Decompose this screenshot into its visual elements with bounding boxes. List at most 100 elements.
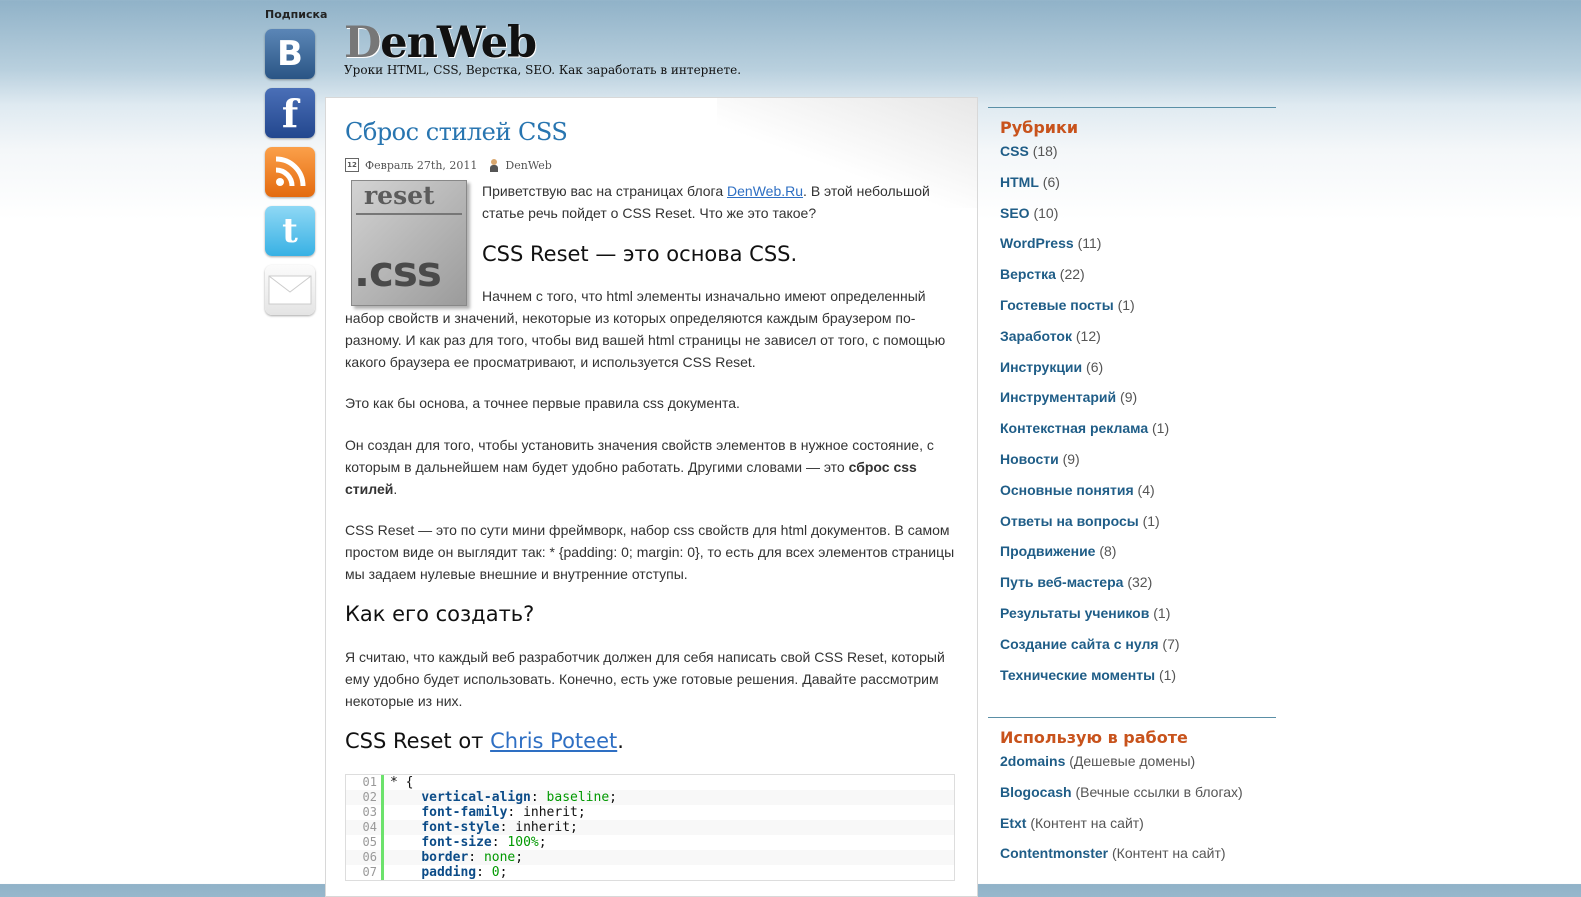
subscribe-panel: Подписка B f t (265, 8, 328, 324)
rubric-link[interactable]: Контекстная реклама (1000, 420, 1148, 436)
code-line: 06 border: none; (346, 850, 954, 865)
intro-paragraph: Приветствую вас на страницах блога DenWe… (482, 183, 930, 221)
paragraph-5: Я считаю, что каждый веб разработчик дол… (345, 649, 945, 709)
rubric-count: (6) (1042, 173, 1060, 190)
rubric-item: Новости (9) (1000, 450, 1276, 481)
rubric-link[interactable]: Ответы на вопросы (1000, 513, 1139, 529)
post-meta: 12 Февраль 27th, 2011 DenWeb (345, 157, 955, 173)
rubric-count: (7) (1162, 635, 1180, 652)
tool-link[interactable]: 2domains (1000, 753, 1065, 769)
facebook-icon[interactable]: f (265, 88, 315, 138)
vkontakte-icon[interactable]: B (265, 29, 315, 79)
rss-icon[interactable] (265, 147, 315, 197)
rubric-item: Заработок (12) (1000, 327, 1276, 358)
rubric-count: (32) (1127, 574, 1153, 591)
heading-css-reset-basis: CSS Reset — это основа CSS. (482, 242, 798, 266)
rubric-item: Инструкции (6) (1000, 358, 1276, 389)
rubric-item: Инструментарий (9) (1000, 388, 1276, 419)
tool-link[interactable]: Blogocash (1000, 784, 1072, 800)
tool-note: (Вечные ссылки в блогах) (1075, 783, 1243, 800)
tools-list: 2domains (Дешевые домены) Blogocash (Вечн… (988, 752, 1276, 875)
tools-title: Использую в работе (1000, 728, 1188, 747)
paragraph-4: CSS Reset — это по сути мини фреймворк, … (345, 522, 955, 582)
rubric-item: Продвижение (8) (1000, 542, 1276, 573)
rubric-link[interactable]: Новости (1000, 451, 1059, 467)
code-block[interactable]: 01 * { 02 vertical-align: baseline; 03 fo… (345, 774, 955, 881)
rubric-count: (9) (1120, 389, 1138, 406)
rubric-count: (1) (1117, 296, 1135, 313)
rubric-count: (10) (1033, 204, 1059, 221)
twitter-icon[interactable]: t (265, 206, 315, 256)
rubric-link[interactable]: Путь веб-мастера (1000, 574, 1123, 590)
rss-glyph (275, 156, 306, 187)
rubric-count: (4) (1137, 481, 1155, 498)
tool-note: (Контент на сайт) (1112, 845, 1226, 862)
rubric-item: Путь веб-мастера (32) (1000, 573, 1276, 604)
code-line: 07 padding: 0; (346, 865, 954, 880)
paragraph-1: Начнем с того, что html элементы изначал… (345, 288, 946, 370)
rubric-item: Основные понятия (4) (1000, 481, 1276, 512)
chris-poteet-link[interactable]: Chris Poteet (490, 729, 617, 753)
rubric-link[interactable]: HTML (1000, 174, 1039, 190)
rubric-count: (6) (1086, 358, 1104, 375)
code-line: 01 * { (346, 775, 954, 790)
rubric-count: (11) (1077, 235, 1102, 252)
rubric-link[interactable]: SEO (1000, 205, 1030, 221)
rubric-link[interactable]: Результаты учеников (1000, 605, 1149, 621)
rubric-count: (1) (1153, 604, 1171, 621)
post-content: Сброс стилей CSS 12 Февраль 27th, 2011 D… (325, 97, 978, 897)
rubric-item: WordPress (11) (1000, 234, 1276, 265)
calendar-icon: 12 (345, 158, 359, 172)
rubric-count: (1) (1152, 420, 1170, 437)
rubric-link[interactable]: Технические моменты (1000, 667, 1155, 683)
rubric-link[interactable]: Основные понятия (1000, 482, 1134, 498)
code-line: 03 font-family: inherit; (346, 805, 954, 820)
post-author[interactable]: DenWeb (505, 159, 551, 172)
rubric-item: CSS (18) (1000, 142, 1276, 173)
tool-item: 2domains (Дешевые домены) (1000, 752, 1276, 783)
tool-link[interactable]: Contentmonster (1000, 845, 1108, 861)
subscribe-label: Подписка (265, 8, 328, 21)
divider (988, 107, 1276, 108)
rubric-item: Гостевые посты (1) (1000, 296, 1276, 327)
rubric-link[interactable]: Верстка (1000, 266, 1056, 282)
rubric-count: (8) (1099, 543, 1117, 560)
rubric-link[interactable]: CSS (1000, 143, 1029, 159)
divider (988, 717, 1276, 718)
rubrics-title: Рубрики (1000, 118, 1079, 137)
author-icon (489, 158, 499, 172)
rubric-item: Контекстная реклама (1) (1000, 419, 1276, 450)
rubric-item: Результаты учеников (1) (1000, 604, 1276, 635)
rubric-link[interactable]: Заработок (1000, 328, 1072, 344)
rubric-item: SEO (10) (1000, 204, 1276, 235)
rubric-count: (12) (1075, 327, 1101, 344)
email-icon[interactable] (265, 265, 315, 315)
rubric-item: Технические моменты (1) (1000, 666, 1276, 697)
rubric-count: (1) (1158, 666, 1177, 683)
code-line: 02 vertical-align: baseline; (346, 790, 954, 805)
rubric-item: Верстка (22) (1000, 265, 1276, 296)
post-date: Февраль 27th, 2011 (365, 158, 478, 172)
envelope-glyph (268, 275, 312, 305)
rubric-item: HTML (6) (1000, 173, 1276, 204)
tool-note: (Контент на сайт) (1030, 814, 1144, 831)
rubric-item: Создание сайта с нуля (7) (1000, 635, 1276, 666)
paragraph-2: Это как бы основа, а точнее первые прави… (345, 395, 740, 411)
rubric-link[interactable]: Гостевые посты (1000, 297, 1114, 313)
rubric-link[interactable]: Продвижение (1000, 543, 1095, 559)
rubric-link[interactable]: Инструкции (1000, 359, 1082, 375)
rubric-link[interactable]: Создание сайта с нуля (1000, 636, 1159, 652)
rubric-link[interactable]: Инструментарий (1000, 389, 1116, 405)
post-title[interactable]: Сброс стилей CSS (345, 118, 955, 146)
rubric-link[interactable]: WordPress (1000, 235, 1074, 251)
heading-how-to-create: Как его создать? (345, 602, 535, 626)
site-logo[interactable]: DenWeb (344, 18, 537, 68)
site-tagline: Уроки HTML, CSS, Верстка, SEO. Как зараб… (344, 63, 742, 77)
blog-link[interactable]: DenWeb.Ru (727, 183, 803, 199)
code-line: 04 font-style: inherit; (346, 820, 954, 835)
rubric-count: (18) (1032, 143, 1058, 159)
rubrics-list: CSS (18) HTML (6) SEO (10) WordPress (11) Ве… (988, 142, 1276, 696)
tool-link[interactable]: Etxt (1000, 815, 1026, 831)
code-line: 05 font-size: 100%; (346, 835, 954, 850)
rubric-count: (9) (1062, 450, 1080, 467)
